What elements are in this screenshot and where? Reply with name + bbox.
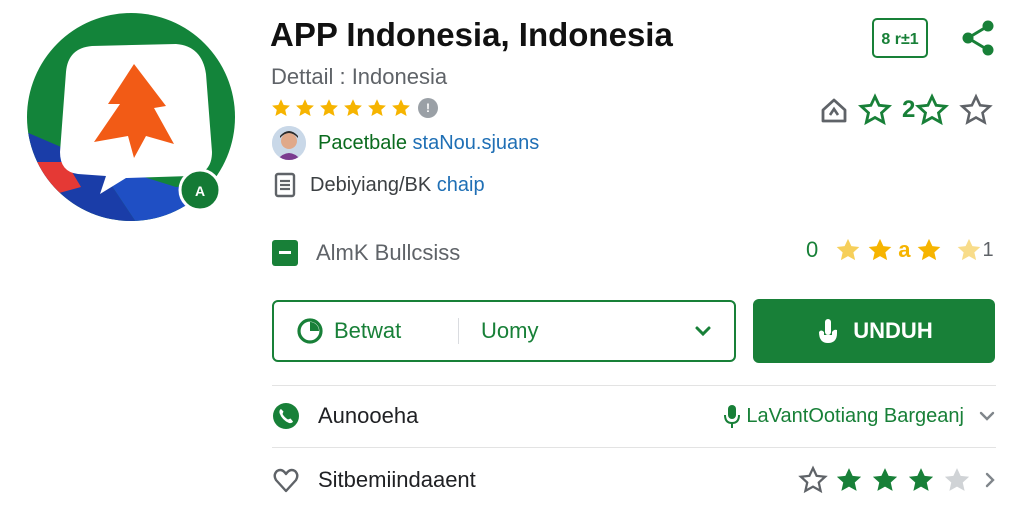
app-title: APP Indonesia, Indonesia bbox=[270, 16, 673, 53]
download-button[interactable]: UNDUH bbox=[753, 299, 995, 363]
info-icon[interactable]: ! bbox=[418, 98, 438, 118]
list-item[interactable]: Sitbemiindaaent bbox=[272, 450, 996, 510]
developer-row[interactable]: Pacetbale staNou.sjuans bbox=[272, 126, 539, 160]
category-row: Debiyiang/BK chaip bbox=[274, 172, 485, 198]
house-icon[interactable] bbox=[820, 96, 848, 124]
star-icon bbox=[344, 99, 362, 116]
list-item-rating bbox=[798, 465, 996, 495]
header-rating-value: 2 bbox=[902, 96, 916, 123]
feature-rating: 0 a 1 bbox=[806, 236, 994, 264]
star-icon bbox=[872, 468, 898, 491]
download-label: UNDUH bbox=[853, 318, 933, 343]
developer-name[interactable]: Pacetbale staNou.sjuans bbox=[318, 132, 539, 155]
list-item-value: LaVantOotiang Bargeanj bbox=[746, 404, 964, 427]
star-outline-icon[interactable] bbox=[798, 465, 828, 495]
category-link[interactable]: chaip bbox=[437, 174, 485, 196]
document-icon bbox=[274, 172, 296, 198]
list-item-label: Aunooeha bbox=[318, 403, 419, 428]
star-icon bbox=[836, 238, 860, 261]
pie-chart-icon bbox=[297, 318, 323, 344]
download-hand-icon bbox=[819, 319, 838, 343]
star-outline-icon[interactable] bbox=[915, 93, 950, 127]
phone-icon bbox=[273, 403, 299, 429]
svg-text:A: A bbox=[195, 183, 205, 199]
star-icon bbox=[320, 99, 338, 116]
feature-label: AlmK Bullcsiss bbox=[316, 240, 461, 265]
developer-avatar bbox=[272, 126, 306, 160]
share-icon[interactable] bbox=[960, 18, 996, 58]
list-item[interactable]: Aunooeha LaVantOotiang Bargeanj bbox=[272, 386, 996, 446]
age-rating-badge: 8 r±1 bbox=[872, 18, 928, 58]
list-item-label: Sitbemiindaaent bbox=[318, 467, 476, 492]
category-text: Debiyiang/BK chaip bbox=[310, 174, 485, 197]
version-select-button[interactable]: Betwat Uomy bbox=[272, 300, 736, 362]
select-primary-label: Betwat bbox=[334, 318, 402, 343]
star-outline-icon[interactable] bbox=[858, 93, 892, 127]
app-subtitle: Dettail : Indonesia bbox=[271, 64, 448, 89]
select-secondary-label: Uomy bbox=[481, 318, 539, 343]
heart-shield-icon bbox=[273, 468, 299, 493]
star-icon bbox=[957, 238, 980, 261]
developer-link[interactable]: staNou.sjuans bbox=[413, 132, 540, 154]
chevron-down-icon[interactable] bbox=[978, 410, 996, 422]
divider bbox=[272, 447, 996, 448]
star-icon bbox=[868, 238, 892, 261]
header-rating-cluster: 2 bbox=[820, 93, 994, 127]
feature-mid-text: a bbox=[898, 237, 911, 262]
star-icon bbox=[908, 468, 934, 491]
feature-tail: 1 bbox=[982, 238, 994, 261]
category-label: Debiyiang/BK bbox=[310, 173, 432, 196]
chevron-right-icon[interactable] bbox=[984, 471, 996, 489]
star-icon bbox=[944, 468, 970, 491]
app-icon: A bbox=[26, 12, 236, 222]
app-star-rating: ! bbox=[270, 97, 438, 119]
feature-row: AlmK Bullcsiss bbox=[272, 240, 460, 266]
feature-count: 0 bbox=[806, 237, 819, 262]
star-icon bbox=[368, 99, 386, 116]
developer-name-part: Pacetbale bbox=[318, 131, 407, 154]
star-icon bbox=[296, 99, 314, 116]
star-outline-icon[interactable] bbox=[959, 93, 994, 127]
star-icon bbox=[272, 99, 290, 116]
star-icon bbox=[392, 99, 410, 116]
microphone-icon bbox=[724, 405, 741, 428]
star-icon bbox=[836, 468, 862, 491]
chevron-down-icon bbox=[695, 326, 711, 337]
feature-icon bbox=[272, 240, 298, 266]
star-icon bbox=[917, 238, 940, 261]
